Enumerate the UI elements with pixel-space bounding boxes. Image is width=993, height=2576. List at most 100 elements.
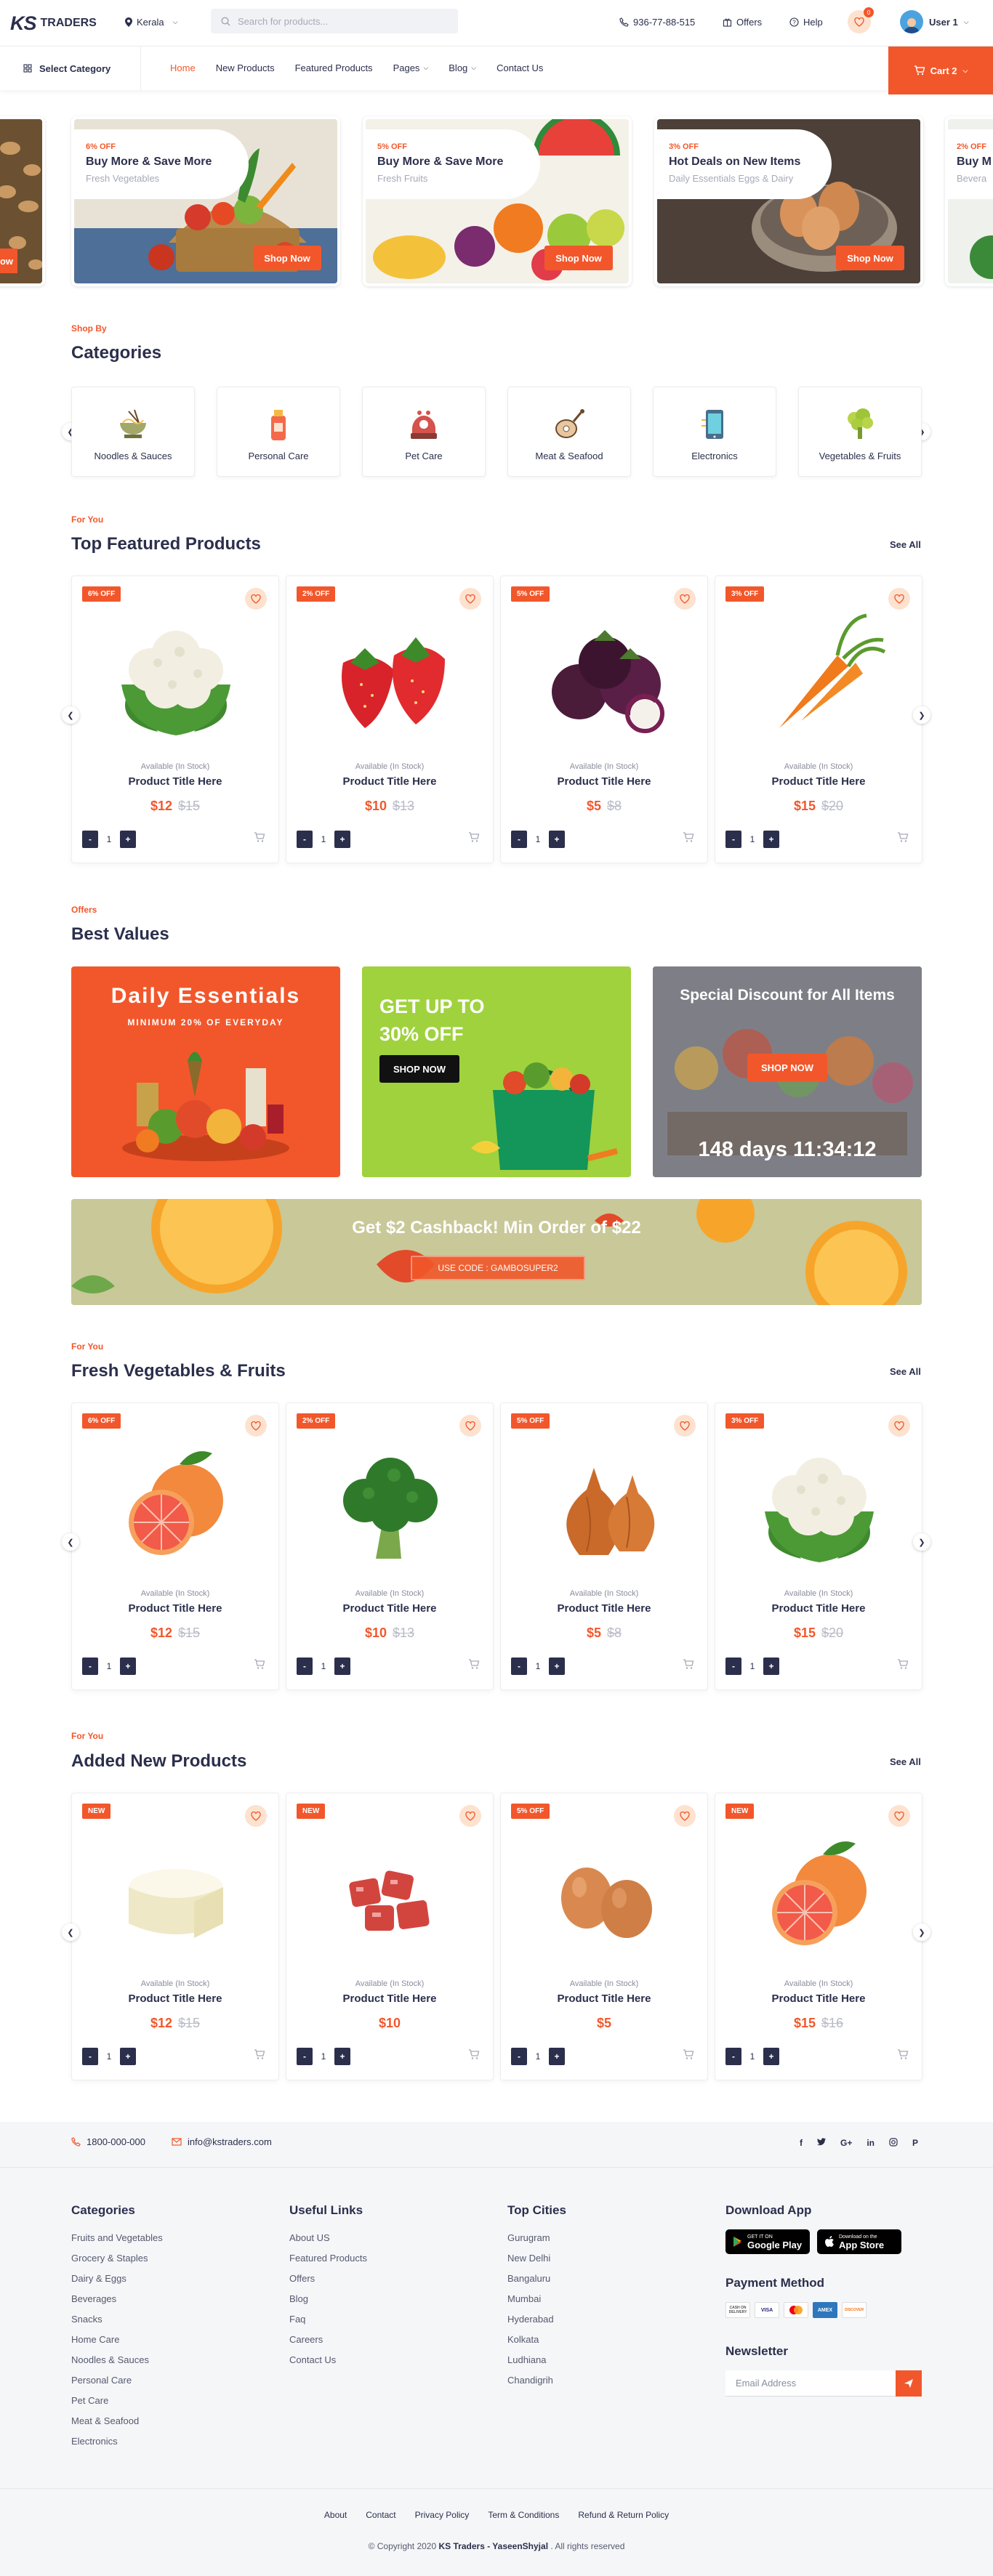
increase-qty-button[interactable]: + [120, 1658, 136, 1675]
carousel-next-arrow[interactable]: ❯ [913, 1533, 930, 1551]
wishlist-heart-button[interactable] [888, 588, 910, 610]
coupon-code-button[interactable]: USE CODE : GAMBOSUPER2 [411, 1256, 585, 1280]
product-title[interactable]: Product Title Here [501, 775, 707, 788]
search-input[interactable]: Search for products... [211, 9, 458, 33]
decrease-qty-button[interactable]: - [82, 1658, 98, 1675]
add-to-cart-button[interactable] [254, 832, 265, 843]
promo-get-30-off[interactable]: GET UP TO 30% OFF SHOP NOW [362, 966, 631, 1177]
quantity-value[interactable]: 1 [98, 2051, 120, 2062]
new-see-all-link[interactable]: See All [890, 1756, 921, 1767]
quantity-value[interactable]: 1 [527, 834, 549, 844]
quantity-value[interactable]: 1 [527, 2051, 549, 2062]
banner-shop-now-button[interactable]: Shop Now [253, 246, 321, 270]
product-image[interactable] [103, 1825, 249, 1963]
footer-link[interactable]: Faq [289, 2309, 367, 2330]
logo[interactable]: KS TRADERS [10, 12, 97, 34]
product-title[interactable]: Product Title Here [286, 1602, 493, 1615]
category-card-pet-care[interactable]: Pet Care [362, 387, 486, 477]
category-card-vegetables-fruits[interactable]: Vegetables & Fruits [798, 387, 922, 477]
product-title[interactable]: Product Title Here [501, 1602, 707, 1615]
product-image[interactable] [103, 1435, 249, 1573]
quantity-value[interactable]: 1 [313, 2051, 334, 2062]
add-to-cart-button[interactable] [468, 2049, 480, 2060]
product-image[interactable] [747, 1825, 892, 1963]
quantity-value[interactable]: 1 [527, 1661, 549, 1671]
product-image[interactable] [318, 1825, 463, 1963]
banner-partial-shop-now[interactable]: ow [0, 249, 17, 273]
banner-vegetables[interactable]: 6% OFF Buy More & Save More Fresh Vegeta… [71, 116, 340, 286]
decrease-qty-button[interactable]: - [725, 831, 741, 848]
footer-phone[interactable]: 1800-000-000 [71, 2136, 145, 2147]
quantity-value[interactable]: 1 [98, 1661, 120, 1671]
decrease-qty-button[interactable]: - [511, 831, 527, 848]
product-card[interactable]: NEW Available (In Stock) Product Title H… [71, 1793, 279, 2080]
wishlist-heart-button[interactable] [245, 1805, 267, 1827]
linkedin-icon[interactable]: in [867, 2138, 875, 2148]
wishlist-heart-button[interactable] [674, 588, 696, 610]
product-title[interactable]: Product Title Here [715, 1602, 922, 1615]
product-card[interactable]: 6% OFF Available (In Stock) Product Titl… [71, 1402, 279, 1690]
decrease-qty-button[interactable]: - [725, 2048, 741, 2065]
decrease-qty-button[interactable]: - [511, 2048, 527, 2065]
footer-link[interactable]: Gurugram [507, 2228, 566, 2248]
banner-partial-left[interactable]: ow [0, 116, 45, 286]
product-title[interactable]: Product Title Here [72, 1992, 278, 2005]
promo-special-discount[interactable]: Special Discount for All Items SHOP NOW … [653, 966, 922, 1177]
footer-link[interactable]: Ludhiana [507, 2350, 566, 2370]
product-card[interactable]: 6% OFF Available (In Stock) Product Titl… [71, 576, 279, 863]
location-selector[interactable]: Kerala ⌵ [125, 17, 177, 28]
footer-link-refund[interactable]: Refund & Return Policy [578, 2510, 669, 2520]
app-store-button[interactable]: Download on the App Store [817, 2229, 901, 2254]
category-card-noodles[interactable]: Noodles & Sauces [71, 387, 195, 477]
add-to-cart-button[interactable] [897, 1659, 909, 1670]
nav-new-products[interactable]: New Products [216, 62, 275, 73]
footer-link[interactable]: Electronics [71, 2431, 163, 2452]
product-card[interactable]: 2% OFF Available (In Stock) Product Titl… [286, 576, 494, 863]
wishlist-button[interactable]: 0 [848, 7, 874, 33]
product-title[interactable]: Product Title Here [286, 775, 493, 788]
footer-link-privacy[interactable]: Privacy Policy [415, 2510, 470, 2520]
product-card[interactable]: 3% OFF Available (In Stock) Product Titl… [715, 576, 922, 863]
increase-qty-button[interactable]: + [120, 2048, 136, 2065]
featured-see-all-link[interactable]: See All [890, 539, 921, 550]
email-field[interactable]: Email Address [725, 2370, 896, 2396]
user-menu[interactable]: User 1 ⌵ [900, 10, 969, 33]
add-to-cart-button[interactable] [683, 1659, 694, 1670]
product-card[interactable]: NEW Available (In Stock) Product Title H… [715, 1793, 922, 2080]
quantity-value[interactable]: 1 [741, 834, 763, 844]
footer-link[interactable]: Mumbai [507, 2289, 566, 2309]
increase-qty-button[interactable]: + [334, 831, 350, 848]
footer-link[interactable]: Fruits and Vegetables [71, 2228, 163, 2248]
carousel-next-arrow[interactable]: ❯ [913, 706, 930, 724]
footer-link[interactable]: Grocery & Staples [71, 2248, 163, 2269]
product-image[interactable] [318, 1435, 463, 1573]
footer-link[interactable]: New Delhi [507, 2248, 566, 2269]
newsletter-submit-button[interactable] [896, 2370, 922, 2397]
wishlist-heart-button[interactable] [674, 1805, 696, 1827]
wishlist-heart-button[interactable] [459, 588, 481, 610]
banner-eggs-dairy[interactable]: 3% OFF Hot Deals on New Items Daily Esse… [654, 116, 923, 286]
category-card-personal-care[interactable]: Personal Care [217, 387, 340, 477]
quantity-value[interactable]: 1 [741, 1661, 763, 1671]
google-plus-icon[interactable]: G+ [840, 2138, 852, 2148]
product-card[interactable]: 3% OFF Available (In Stock) Product Titl… [715, 1402, 922, 1690]
banner-shop-now-button[interactable]: Shop Now [544, 246, 613, 270]
footer-link-contact[interactable]: Contact [366, 2510, 395, 2520]
product-image[interactable] [532, 1435, 678, 1573]
nav-featured-products[interactable]: Featured Products [295, 62, 373, 73]
wishlist-heart-button[interactable] [245, 1415, 267, 1437]
increase-qty-button[interactable]: + [763, 1658, 779, 1675]
footer-link[interactable]: Snacks [71, 2309, 163, 2330]
nav-blog[interactable]: Blog ⌵ [449, 62, 476, 73]
footer-link[interactable]: Home Care [71, 2330, 163, 2350]
footer-link[interactable]: Kolkata [507, 2330, 566, 2350]
twitter-icon[interactable] [817, 2138, 826, 2148]
carousel-next-arrow[interactable]: ❯ [913, 1923, 930, 1941]
increase-qty-button[interactable]: + [334, 2048, 350, 2065]
add-to-cart-button[interactable] [683, 832, 694, 843]
add-to-cart-button[interactable] [254, 2049, 265, 2060]
increase-qty-button[interactable]: + [549, 2048, 565, 2065]
footer-link-about[interactable]: About [324, 2510, 347, 2520]
product-image[interactable] [532, 1825, 678, 1963]
product-title[interactable]: Product Title Here [501, 1992, 707, 2005]
